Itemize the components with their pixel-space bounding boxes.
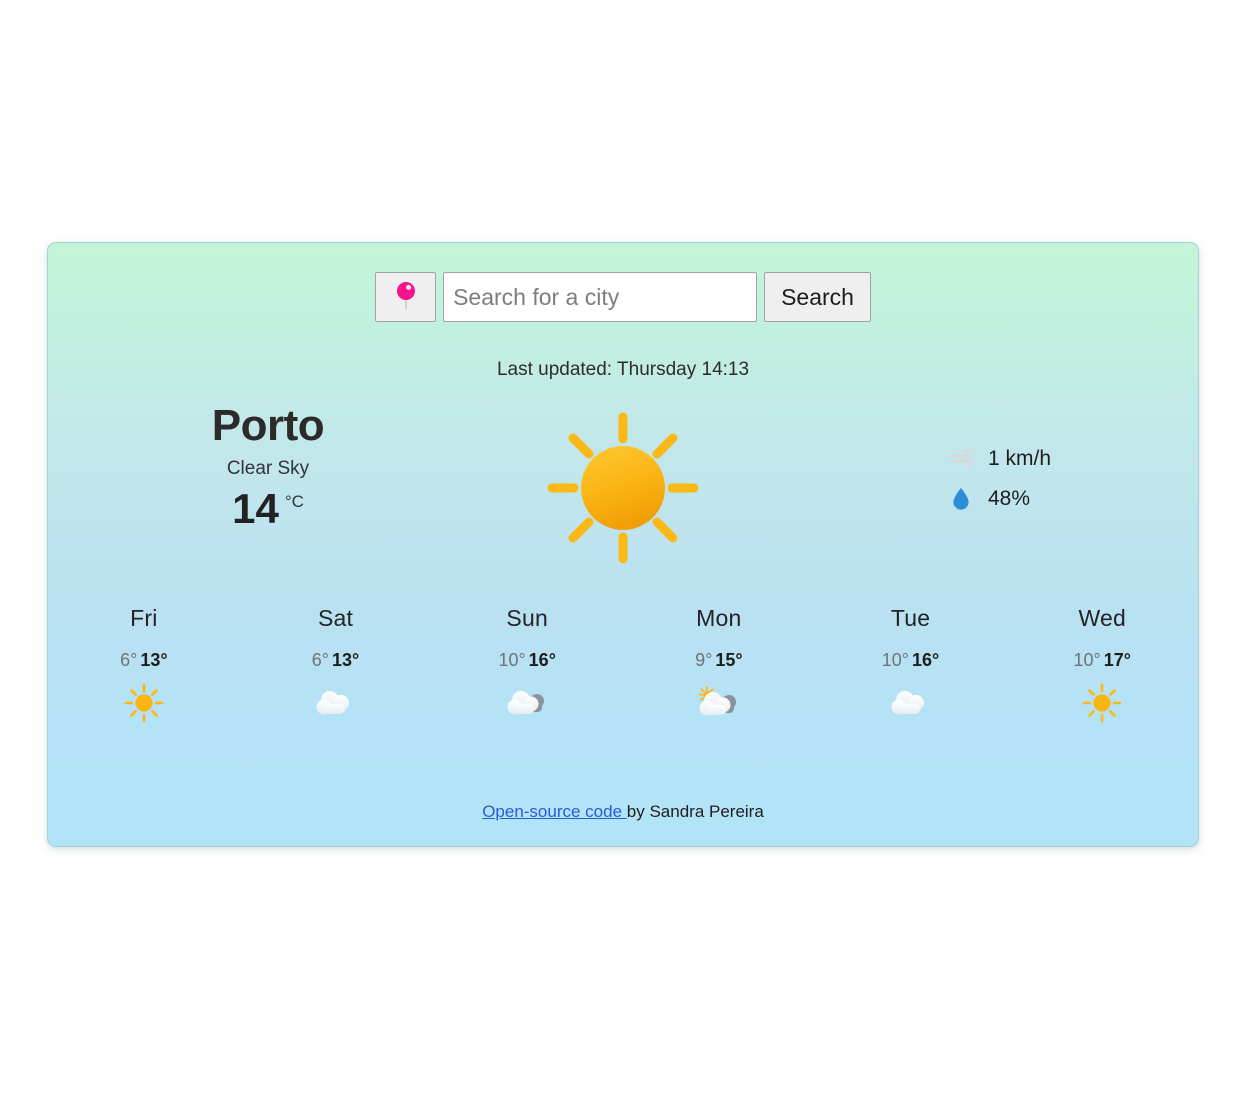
current-temperature: 14 °C	[108, 485, 428, 533]
forecast-day: Tue 10° 16°	[815, 605, 1007, 723]
forecast-day-name: Fri	[130, 605, 158, 631]
forecast-temp-max: 16°	[528, 650, 556, 670]
forecast-day-temps: 10° 16°	[815, 650, 1007, 671]
search-bar: Search	[48, 272, 1198, 322]
forecast-temp-min: 10°	[881, 650, 910, 670]
last-updated-text: Last updated: Thursday 14:13	[496, 359, 750, 380]
cloud-behind-cloud-icon	[431, 683, 623, 723]
forecast-day: Mon 9° 15°	[623, 605, 815, 723]
forecast-temp-min: 9°	[695, 650, 713, 670]
weather-condition: Clear Sky	[226, 458, 310, 480]
sun-icon	[1006, 683, 1198, 723]
current-summary: Porto Clear Sky 14 °C	[108, 401, 428, 533]
footer: Open-source code by Sandra Pereira	[48, 802, 1198, 822]
forecast-temp-max: 13°	[332, 650, 360, 670]
current-location-button[interactable]	[375, 272, 437, 322]
forecast-day-name: Wed	[1078, 605, 1126, 631]
forecast-temp-min: 10°	[498, 650, 526, 670]
forecast-day-temps: 6° 13°	[48, 650, 240, 671]
cloud-icon	[240, 683, 432, 723]
forecast-day: Fri 6° 13°	[48, 605, 240, 723]
app-page: Search Last updated: Thursday 14:13 Port…	[0, 0, 1248, 1114]
cloud-icon	[815, 683, 1007, 723]
wind-speed-value: 1 km/h	[988, 447, 1052, 470]
open-source-code-link[interactable]: Open-source code	[482, 802, 627, 821]
forecast-day-temps: 10° 16°	[431, 650, 623, 671]
forecast-day-name: Sat	[317, 605, 354, 631]
forecast-day-name: Mon	[696, 605, 742, 631]
forecast-row: Fri 6° 13° Sat 6° 13° Sun 10° 16° Mon 9°…	[48, 605, 1198, 723]
humidity-value: 48%	[988, 487, 1031, 510]
city-name: Porto	[211, 401, 325, 450]
forecast-temp-min: 6°	[311, 650, 329, 670]
wind-icon	[948, 449, 974, 469]
current-metrics: 1 km/h 48%	[948, 447, 1178, 527]
forecast-day-temps: 9° 15°	[623, 650, 815, 671]
humidity-metric: 48%	[948, 487, 1178, 511]
forecast-day-temps: 10° 17°	[1006, 650, 1198, 671]
temperature-value: 14	[232, 485, 279, 533]
forecast-temp-max: 15°	[715, 650, 743, 670]
forecast-day-temps: 6° 13°	[240, 650, 432, 671]
forecast-day: Sat 6° 13°	[240, 605, 432, 723]
forecast-day: Sun 10° 16°	[431, 605, 623, 723]
forecast-temp-max: 17°	[1103, 650, 1131, 670]
forecast-day: Wed 10° 17°	[1006, 605, 1198, 723]
sun-behind-cloud-icon	[623, 683, 815, 723]
forecast-temp-max: 13°	[140, 650, 168, 670]
forecast-day-name: Tue	[890, 605, 931, 631]
sun-icon	[48, 683, 240, 723]
forecast-temp-min: 10°	[1073, 650, 1101, 670]
forecast-temp-max: 16°	[912, 650, 940, 670]
search-input[interactable]	[443, 272, 758, 322]
forecast-day-name: Sun	[506, 605, 548, 631]
author-credit: by Sandra Pereira	[626, 802, 764, 821]
temperature-unit: °C	[284, 492, 304, 512]
water-droplet-icon	[948, 487, 974, 511]
location-pin-icon	[395, 281, 417, 314]
search-button[interactable]: Search	[764, 272, 871, 322]
forecast-temp-min: 6°	[120, 650, 138, 670]
current-conditions: Porto Clear Sky 14 °C 1 km/h 48%	[48, 401, 1198, 603]
wind-metric: 1 km/h	[948, 447, 1178, 471]
sun-icon	[538, 403, 708, 578]
weather-card: Search Last updated: Thursday 14:13 Port…	[47, 242, 1199, 847]
